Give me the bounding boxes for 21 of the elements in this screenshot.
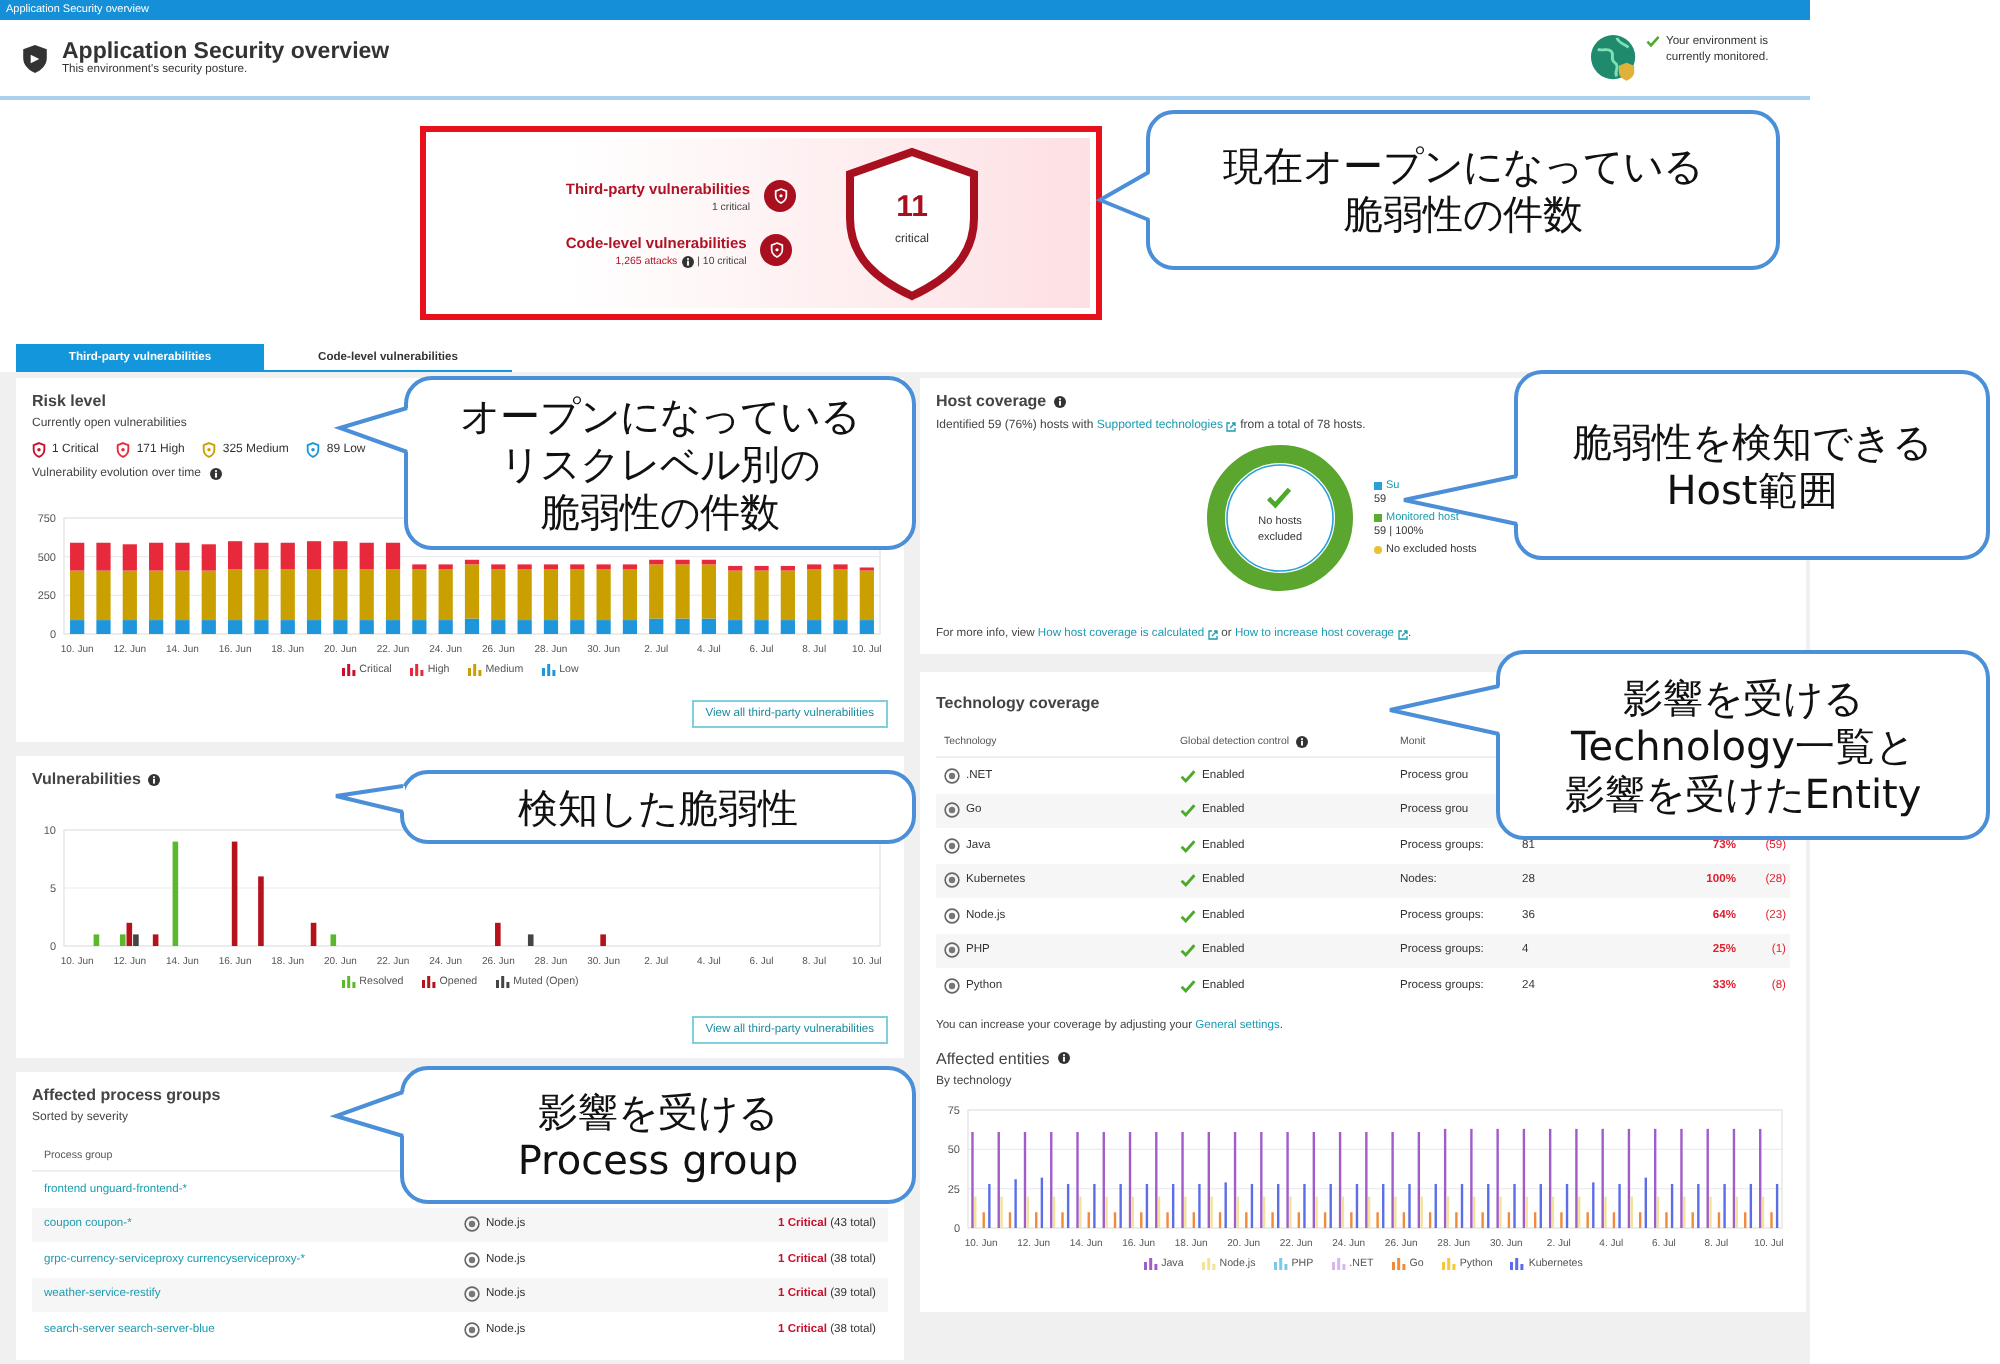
critical-count: 11 bbox=[894, 189, 930, 223]
callout-text: 脆弱性の件数 bbox=[540, 487, 780, 535]
callout-text: Host範囲 bbox=[1666, 465, 1838, 513]
callout-text: 現在オープンになっている bbox=[1223, 142, 1703, 190]
callout-text: 影響を受ける bbox=[538, 1087, 778, 1135]
card-title: Technology coverage bbox=[936, 694, 1100, 712]
card-title: Risk level bbox=[32, 392, 106, 410]
callout-text: 脆弱性の件数 bbox=[1343, 190, 1583, 238]
callout-text: 検知した脆弱性 bbox=[518, 783, 798, 831]
card-title: Vulnerabilities bbox=[32, 770, 141, 788]
callout-text: 影響を受けたEntity bbox=[1564, 769, 1922, 817]
callout-text: Process group bbox=[517, 1135, 799, 1183]
callout-text: リスクレベル別の bbox=[500, 439, 820, 487]
callout-text: 脆弱性を検知できる bbox=[1572, 417, 1932, 465]
card-title: Affected process groups bbox=[32, 1086, 221, 1104]
section-title: Affected entities bbox=[936, 1049, 1050, 1067]
callout-text: 影響を受ける bbox=[1623, 673, 1863, 721]
callout-text: オープンになっている bbox=[460, 391, 860, 439]
page-title: Application Security overview bbox=[62, 40, 390, 64]
card-title: Host coverage bbox=[936, 392, 1047, 410]
callout-text: Technology一覧と bbox=[1570, 721, 1916, 769]
